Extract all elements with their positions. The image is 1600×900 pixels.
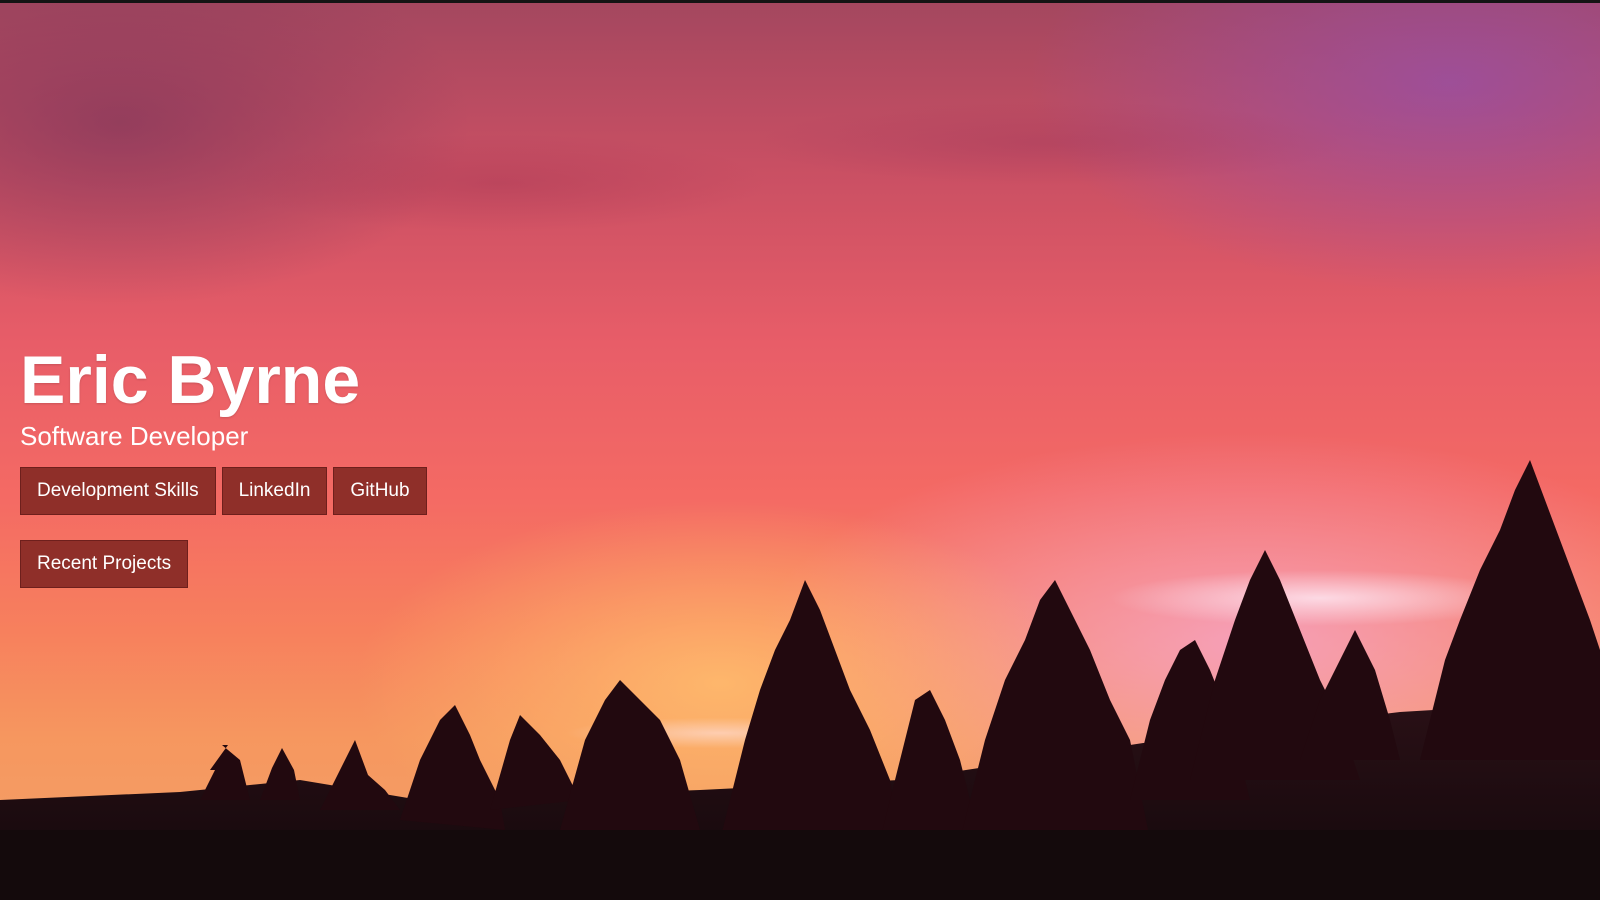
subtitle: Software Developer bbox=[20, 421, 249, 451]
recent-projects-button[interactable]: Recent Projects bbox=[20, 540, 189, 588]
hero-content: Eric Byrne Software Developer Developmen… bbox=[20, 343, 427, 588]
hero-section: Eric Byrne Software Developer Developmen… bbox=[0, 0, 1600, 900]
secondary-button-row: Recent Projects bbox=[20, 540, 427, 588]
linkedin-button[interactable]: LinkedIn bbox=[221, 467, 328, 515]
github-button[interactable]: GitHub bbox=[333, 467, 427, 515]
button-row: Development Skills LinkedIn GitHub bbox=[20, 467, 427, 515]
page-title: Eric Byrne bbox=[20, 342, 361, 418]
development-skills-button[interactable]: Development Skills bbox=[20, 467, 216, 515]
